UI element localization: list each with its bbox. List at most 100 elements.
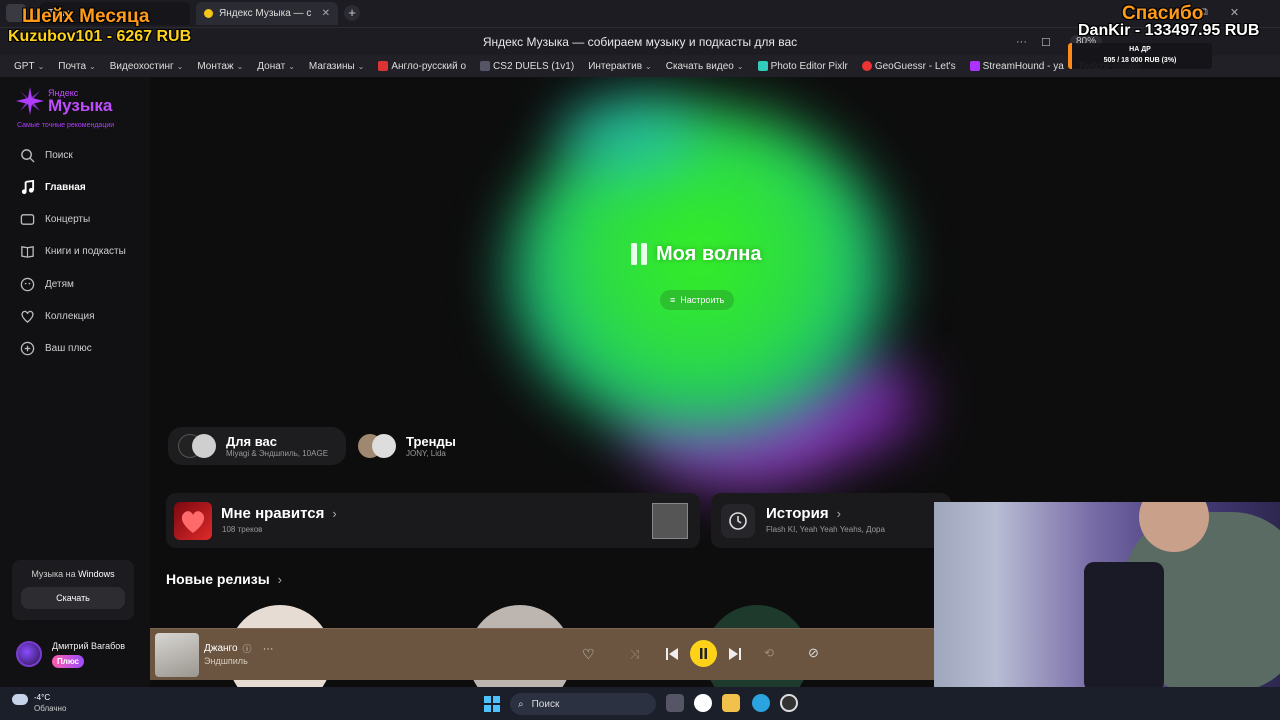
next-icon[interactable] bbox=[729, 648, 741, 660]
bookmark-label: StreamHound - ya bbox=[982, 60, 1064, 72]
plus-badge-label: Плюс bbox=[57, 657, 80, 666]
shuffle-icon[interactable]: ⤨ bbox=[630, 647, 640, 662]
note-icon bbox=[21, 180, 35, 195]
sidebar: Яндекс Музыка Самые точные рекомендации … bbox=[0, 77, 150, 687]
user-name[interactable]: Дмитрий Вагабов bbox=[52, 641, 125, 651]
bookmark-dictionary[interactable]: Англо-русский о bbox=[378, 61, 466, 72]
bookmark-download[interactable]: Скачать видео ⌄ bbox=[666, 61, 744, 72]
download-button-label: Скачать bbox=[56, 593, 90, 603]
track-title[interactable]: Джанго bbox=[204, 643, 238, 654]
weather-desc[interactable]: Облачно bbox=[34, 704, 66, 713]
new-tab-button[interactable]: + bbox=[344, 5, 360, 21]
task-view-icon[interactable] bbox=[666, 694, 684, 712]
bookmark-label: GPT bbox=[14, 60, 35, 72]
yandex-browser-icon[interactable] bbox=[694, 694, 712, 712]
bookmark-icon[interactable]: ☐ bbox=[1041, 36, 1051, 49]
pause-icon bbox=[631, 243, 647, 265]
bookmark-mail[interactable]: Почта ⌄ bbox=[58, 61, 95, 72]
bookmark-geoguessr[interactable]: GeoGuessr - Let's bbox=[861, 61, 956, 72]
like-heart-icon[interactable]: ♡ bbox=[582, 646, 595, 663]
pause-icon bbox=[700, 648, 707, 659]
logo-tagline: Самые точные рекомендации bbox=[17, 122, 115, 129]
streamhound-icon bbox=[969, 61, 980, 71]
sidebar-item-collection[interactable]: Коллекция bbox=[20, 309, 95, 324]
track-title-row: Джанго ⓘ ··· bbox=[204, 642, 274, 655]
overlay-donor-heading: Шейх Месяца bbox=[22, 6, 149, 28]
wave-settings-button[interactable]: ≡ Настроить bbox=[660, 290, 735, 310]
plus-icon bbox=[20, 341, 35, 356]
more-icon[interactable]: ··· bbox=[263, 643, 274, 655]
window-controls[interactable]: ⧉ ✕ bbox=[1200, 6, 1239, 19]
chip-title: Тренды bbox=[406, 434, 456, 449]
close-tab-icon[interactable]: ✕ bbox=[322, 8, 330, 19]
pixlr-icon bbox=[757, 61, 768, 71]
chevron-right-icon: › bbox=[836, 506, 841, 521]
cloud-icon bbox=[12, 694, 28, 705]
bookmark-montage[interactable]: Монтаж ⌄ bbox=[197, 61, 243, 72]
chevron-right-icon: › bbox=[332, 506, 337, 521]
overlay-donor-heading-text: Шейх Месяца bbox=[22, 6, 150, 27]
tab-yandex-music[interactable]: Яндекс Музыка — с ✕ bbox=[196, 2, 338, 25]
chevron-down-icon: ⌄ bbox=[89, 61, 96, 71]
chevron-down-icon: ⌄ bbox=[736, 61, 744, 71]
chip-avatars bbox=[358, 434, 398, 458]
address-actions: ··· ☐ bbox=[1016, 36, 1051, 49]
sidebar-item-concerts[interactable]: Концерты bbox=[20, 212, 90, 227]
previous-icon[interactable] bbox=[666, 648, 678, 660]
track-artist[interactable]: Эндшпиль bbox=[204, 656, 248, 666]
chevron-right-icon: › bbox=[277, 571, 282, 587]
sidebar-item-label: Главная bbox=[45, 182, 86, 193]
chip-trends[interactable]: Тренды JONY, Lida bbox=[358, 427, 468, 465]
chip-avatars bbox=[178, 434, 218, 458]
weather-temp[interactable]: -4°C bbox=[34, 693, 50, 702]
obs-icon[interactable] bbox=[780, 694, 798, 712]
download-button[interactable]: Скачать bbox=[21, 587, 125, 609]
taskbar-search[interactable]: ⌕ Поиск bbox=[510, 693, 656, 715]
more-icon[interactable]: ··· bbox=[1016, 36, 1027, 49]
likes-title-row: Мне нравится › bbox=[221, 505, 337, 522]
repeat-icon[interactable]: ⟲ bbox=[764, 646, 774, 660]
sidebar-item-plus[interactable]: Ваш плюс bbox=[20, 341, 92, 356]
play-pause-button[interactable] bbox=[690, 640, 717, 667]
sidebar-item-kids[interactable]: Детям bbox=[20, 277, 74, 292]
history-card[interactable]: История › Flash KI, Yeah Yeah Yeahs, Дор… bbox=[711, 493, 951, 548]
page-title: Яндекс Музыка — собираем музыку и подкас… bbox=[482, 34, 798, 49]
dislike-icon[interactable]: ⊘ bbox=[808, 645, 819, 661]
sidebar-item-search[interactable]: Поиск bbox=[20, 148, 73, 163]
chip-for-you[interactable]: Для вас Miyagi & Эндшпиль, 10AGE bbox=[168, 427, 346, 465]
overlay-thanks-text: Спасибо bbox=[1122, 3, 1204, 24]
sidebar-item-home[interactable]: Главная bbox=[20, 180, 86, 195]
kids-icon bbox=[20, 277, 35, 292]
avatar[interactable] bbox=[16, 641, 42, 667]
telegram-icon[interactable] bbox=[752, 694, 770, 712]
my-wave-play[interactable]: Моя волна bbox=[630, 242, 762, 266]
likes-card[interactable]: Мне нравится › 108 треков bbox=[166, 493, 700, 548]
bookmark-shops[interactable]: Магазины ⌄ bbox=[309, 61, 364, 72]
plus-badge[interactable]: Плюс bbox=[52, 655, 85, 668]
new-releases-heading[interactable]: Новые релизы › bbox=[166, 571, 282, 587]
history-icon-box bbox=[721, 504, 755, 538]
bookmark-interactive[interactable]: Интерактив ⌄ bbox=[588, 61, 652, 72]
likes-title: Мне нравится bbox=[221, 505, 325, 522]
goal-label: НА ДР bbox=[1129, 46, 1151, 53]
bookmark-cs2[interactable]: CS2 DUELS (1v1) bbox=[480, 61, 574, 72]
sidebar-item-books[interactable]: Книги и подкасты bbox=[20, 244, 126, 259]
bookmark-pixlr[interactable]: Photo Editor Pixlr bbox=[757, 60, 848, 72]
logo-big-text: Музыка bbox=[48, 96, 113, 115]
wave-blob-green bbox=[510, 107, 890, 437]
heart-icon bbox=[181, 511, 205, 533]
close-window-icon[interactable]: ✕ bbox=[1230, 6, 1239, 19]
bookmark-donate[interactable]: Донат ⌄ bbox=[257, 61, 295, 72]
info-icon[interactable]: ⓘ bbox=[243, 642, 252, 655]
bookmark-streamhound[interactable]: StreamHound - ya bbox=[969, 60, 1064, 72]
bookmark-video[interactable]: Видеохостинг ⌄ bbox=[110, 61, 184, 72]
chevron-down-icon: ⌄ bbox=[37, 61, 45, 71]
track-cover[interactable] bbox=[155, 633, 199, 677]
windows-start-icon[interactable] bbox=[484, 696, 500, 712]
player-bar: Джанго ⓘ ··· Эндшпиль ♡ ⤨ ⟲ ⊘ bbox=[150, 628, 935, 680]
overlay-thanks-name-text: DanKir - 133497.95 RUB bbox=[1078, 22, 1260, 39]
bookmark-label: Photo Editor Pixlr bbox=[770, 60, 848, 72]
file-explorer-icon[interactable] bbox=[722, 694, 740, 712]
ticket-icon bbox=[20, 214, 35, 225]
bookmark-gpt[interactable]: GPT ⌄ bbox=[14, 61, 44, 72]
